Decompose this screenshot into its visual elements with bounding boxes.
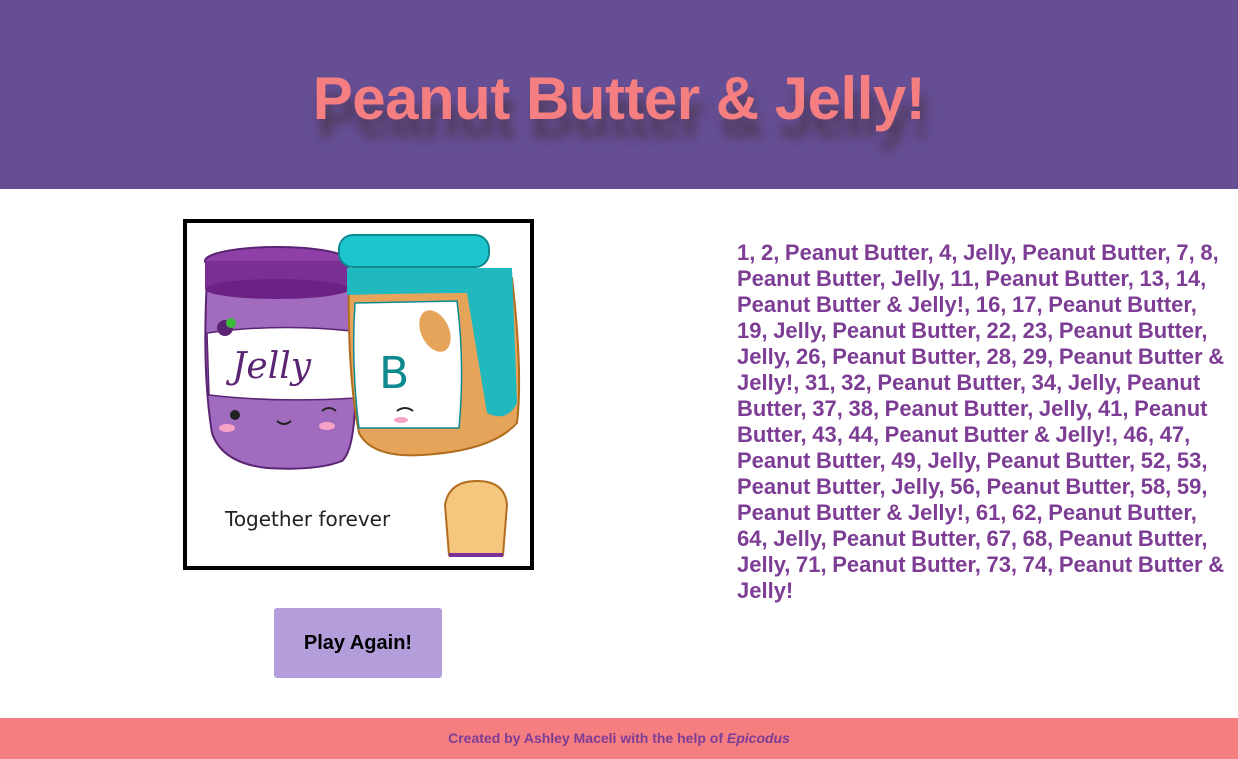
pbj-illustration: Jelly B Together forever (183, 219, 534, 570)
page-title: Peanut Butter & Jelly! (312, 65, 926, 132)
jelly-jar-icon: Jelly (204, 246, 357, 470)
footer-credit-prefix: Created by Ashley Maceli with the help o… (448, 730, 727, 746)
pb-label: B (379, 348, 409, 399)
header: Peanut Butter & Jelly! (0, 0, 1238, 189)
play-again-button[interactable]: Play Again! (274, 608, 442, 678)
footer: Created by Ashley Maceli with the help o… (0, 718, 1238, 759)
sandwich-icon (443, 479, 509, 557)
caption: Together forever (224, 507, 391, 531)
jelly-label: Jelly (225, 346, 312, 387)
results-output: 1, 2, Peanut Butter, 4, Jelly, Peanut Bu… (737, 240, 1225, 603)
epicodus-link[interactable]: Epicodus (727, 730, 790, 746)
footer-credit: Created by Ashley Maceli with the help o… (448, 730, 790, 746)
peanut-butter-jar-icon: B (338, 234, 521, 457)
